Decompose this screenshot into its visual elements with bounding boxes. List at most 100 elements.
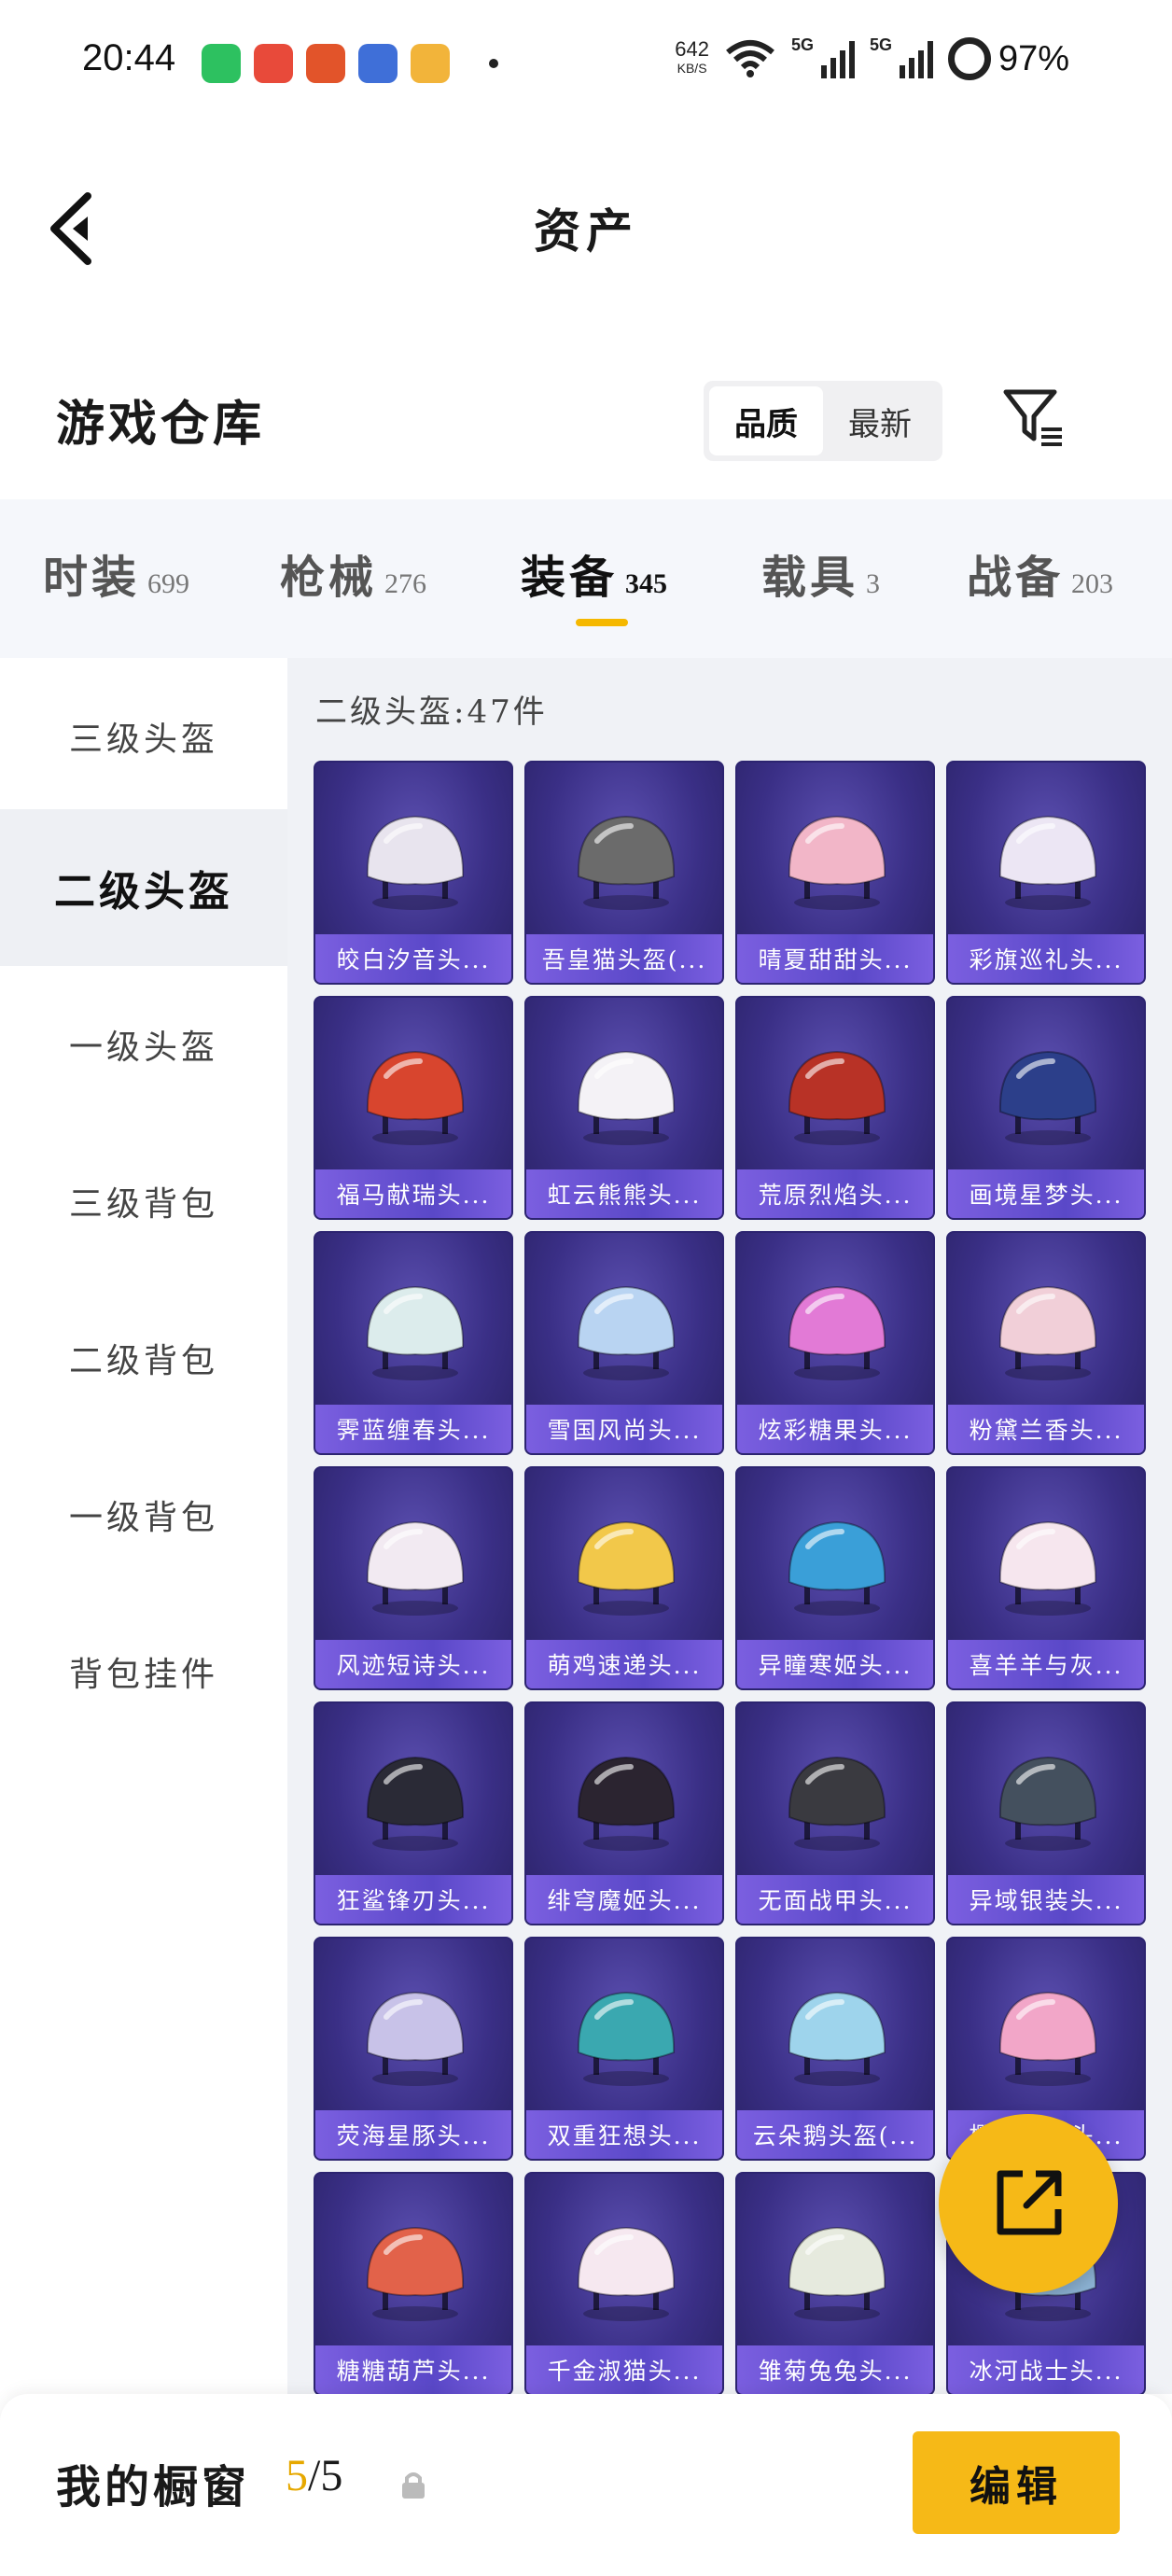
item-card[interactable]: 风迹短诗头... <box>314 1466 513 1690</box>
item-card[interactable]: 萌鸡速递头... <box>524 1466 724 1690</box>
item-name: 双重狂想头... <box>526 2110 722 2159</box>
item-card[interactable]: 炫彩糖果头... <box>735 1231 935 1455</box>
subcategory-sidebar: 三级头盔 二级头盔 一级头盔 三级背包 二级背包 一级背包 背包挂件 <box>0 658 287 2394</box>
sidebar-item-level1-backpack[interactable]: 一级背包 <box>0 1436 287 1593</box>
helmet-icon <box>788 1756 886 1851</box>
sidebar-item-level2-backpack[interactable]: 二级背包 <box>0 1280 287 1436</box>
item-card[interactable]: 画境星梦头... <box>946 996 1146 1220</box>
helmet-icon <box>788 2226 886 2321</box>
filter-icon[interactable] <box>1000 385 1066 450</box>
signal-2-label: 5G <box>869 35 892 54</box>
app-red-icon <box>306 44 345 83</box>
share-icon <box>997 2170 1062 2235</box>
item-card[interactable]: 粉黛兰香头... <box>946 1231 1146 1455</box>
active-tab-indicator <box>576 619 628 626</box>
category-tabs: 时装 699 枪械 276 装备 345 载具 3 战备 203 <box>0 499 1172 658</box>
item-card[interactable]: 云朵鹅头盔(... <box>735 1937 935 2161</box>
item-name: 云朵鹅头盔(... <box>737 2110 933 2159</box>
signal-1-label: 5G <box>790 35 814 54</box>
item-name: 异域银装头... <box>948 1875 1144 1924</box>
item-card[interactable]: 吾皇猫头盔(... <box>524 761 724 985</box>
item-name: 雪国风尚头... <box>526 1405 722 1453</box>
helmet-icon <box>577 1520 676 1616</box>
item-card[interactable]: 福马献瑞头... <box>314 996 513 1220</box>
app-game-icon <box>358 44 398 83</box>
item-name: 无面战甲头... <box>737 1875 933 1924</box>
tab-weapons[interactable]: 枪械 276 <box>280 540 426 606</box>
helmet-icon <box>788 1050 886 1145</box>
showcase-current: 5 <box>286 2451 308 2500</box>
item-card[interactable]: 荧海星豚头... <box>314 1937 513 2161</box>
helmet-icon <box>366 1756 465 1851</box>
item-name: 福马献瑞头... <box>315 1169 511 1218</box>
item-card[interactable]: 千金淑猫头... <box>524 2172 724 2394</box>
helmet-icon <box>998 815 1097 910</box>
helmet-icon <box>577 1756 676 1851</box>
sidebar-item-level3-helmet[interactable]: 三级头盔 <box>0 658 287 815</box>
edit-button[interactable]: 编辑 <box>913 2431 1120 2534</box>
item-name: 彩旗巡礼头... <box>948 934 1144 983</box>
tab-fashion[interactable]: 时装 699 <box>43 540 189 606</box>
battery-level: 97% <box>998 38 1069 78</box>
item-name: 晴夏甜甜头... <box>737 934 933 983</box>
tab-label: 载具 <box>761 552 859 604</box>
sidebar-item-level2-helmet[interactable]: 二级头盔 <box>0 809 287 966</box>
showcase-count: 5/5 <box>286 2450 342 2501</box>
battery-icon <box>947 37 991 80</box>
helmet-icon <box>366 1991 465 2086</box>
sidebar-item-backpack-charm[interactable]: 背包挂件 <box>0 1593 287 1750</box>
item-card[interactable]: 彩旗巡礼头... <box>946 761 1146 985</box>
sidebar-item-level3-backpack[interactable]: 三级背包 <box>0 1123 287 1280</box>
item-card[interactable]: 霁蓝缠春头... <box>314 1231 513 1455</box>
item-name: 吾皇猫头盔(... <box>526 934 722 983</box>
tab-supplies[interactable]: 战备 203 <box>967 540 1113 606</box>
sort-latest-button[interactable]: 最新 <box>823 386 937 455</box>
item-name: 冰河战士头... <box>948 2345 1144 2394</box>
share-button[interactable] <box>939 2114 1118 2293</box>
sort-toggle: 品质 最新 <box>704 381 942 461</box>
item-name: 画境星梦头... <box>948 1169 1144 1218</box>
item-name: 狂鲨锋刃头... <box>315 1875 511 1924</box>
helmet-icon <box>366 1050 465 1145</box>
system-indicators: 642 KB/S 5G 5G 97% <box>675 35 1069 80</box>
helmet-icon <box>577 815 676 910</box>
item-card[interactable]: 雪国风尚头... <box>524 1231 724 1455</box>
item-card[interactable]: 绯穹魔姬头... <box>524 1701 724 1925</box>
sidebar-item-level1-helmet[interactable]: 一级头盔 <box>0 966 287 1123</box>
item-card[interactable]: 异域银装头... <box>946 1701 1146 1925</box>
helmet-icon <box>366 1520 465 1616</box>
item-name: 喜羊羊与灰... <box>948 1640 1144 1688</box>
item-card[interactable]: 双重狂想头... <box>524 1937 724 2161</box>
helmet-icon <box>788 1520 886 1616</box>
lock-icon <box>402 2472 425 2499</box>
item-card[interactable]: 异瞳寒姬头... <box>735 1466 935 1690</box>
showcase-total: 5 <box>320 2451 343 2500</box>
helmet-icon <box>998 1520 1097 1616</box>
item-name: 皎白汐音头... <box>315 934 511 983</box>
item-count-label: 二级头盔:47件 <box>315 693 548 731</box>
item-card[interactable]: 糖糖葫芦头... <box>314 2172 513 2394</box>
app-clown-icon <box>254 44 293 83</box>
item-name: 糖糖葫芦头... <box>315 2345 511 2394</box>
tab-label: 枪械 <box>280 552 378 604</box>
item-card[interactable]: 晴夏甜甜头... <box>735 761 935 985</box>
net-speed: 642 KB/S <box>675 39 709 77</box>
item-card[interactable]: 皎白汐音头... <box>314 761 513 985</box>
item-card[interactable]: 无面战甲头... <box>735 1701 935 1925</box>
helmet-icon <box>998 1050 1097 1145</box>
signal-2-icon: 5G <box>870 35 933 78</box>
item-card[interactable]: 雏菊兔兔头... <box>735 2172 935 2394</box>
item-card[interactable]: 荒原烈焰头... <box>735 996 935 1220</box>
tab-vehicles[interactable]: 载具 3 <box>761 540 880 606</box>
tab-equipment[interactable]: 装备 345 <box>521 540 667 606</box>
helmet-icon <box>366 815 465 910</box>
sort-quality-button[interactable]: 品质 <box>709 386 823 455</box>
item-card[interactable]: 狂鲨锋刃头... <box>314 1701 513 1925</box>
helmet-icon <box>998 1991 1097 2086</box>
helmet-icon <box>366 1285 465 1380</box>
item-name: 雏菊兔兔头... <box>737 2345 933 2394</box>
item-card[interactable]: 喜羊羊与灰... <box>946 1466 1146 1690</box>
item-card[interactable]: 虹云熊熊头... <box>524 996 724 1220</box>
tab-count: 276 <box>384 568 427 599</box>
item-name: 虹云熊熊头... <box>526 1169 722 1218</box>
